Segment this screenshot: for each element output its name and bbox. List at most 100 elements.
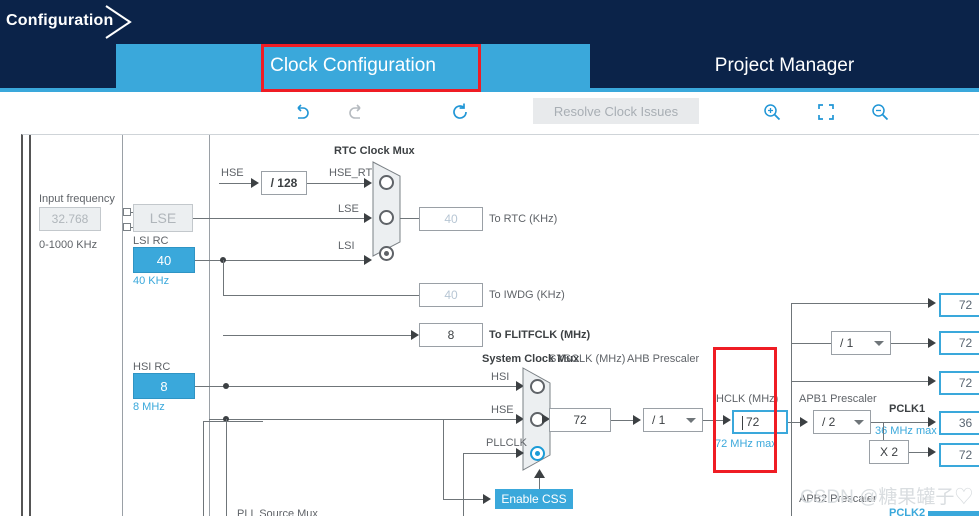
arrow-ahb-to-hclk: [723, 415, 731, 425]
wire-lsi-to-iwdg: [223, 295, 433, 296]
pll-source-mux-label: PLL Source Mux: [237, 508, 318, 516]
wire-pll-feedback: [203, 421, 204, 516]
tab-bar: Clock Configuration Project Manager: [0, 44, 979, 92]
sysmux-radio-hsi[interactable]: [530, 379, 545, 394]
undo-icon[interactable]: [288, 98, 316, 126]
ahb-prescaler-label: AHB Prescaler: [627, 353, 700, 365]
lsi-rc-title: LSI RC: [133, 235, 169, 247]
hse-divider-value: / 128: [270, 176, 298, 190]
apb1-prescaler-select[interactable]: / 2: [813, 410, 871, 434]
right-output-3[interactable]: 72: [939, 371, 979, 395]
lse-label: LSE: [149, 210, 177, 226]
lse-box[interactable]: LSE: [133, 204, 193, 232]
toolbar: [0, 92, 979, 132]
chevron-down-icon: [854, 420, 864, 425]
chevron-right-icon: [105, 5, 132, 39]
ahb-prescaler-value: / 1: [652, 413, 666, 427]
wire-hse-to-div128: [219, 183, 251, 184]
wire-hclk-to-div1: [791, 343, 831, 344]
junction-hsi: [223, 383, 229, 389]
to-flitfclk-label: To FLITFCLK (MHz): [489, 329, 591, 341]
arrow-lsi-to-rtc-mux: [364, 255, 372, 265]
sysmux-radio-pllclk[interactable]: [530, 446, 545, 461]
rtc-mux-radio-lsi[interactable]: [379, 246, 394, 261]
arrow-hse-to-div128: [251, 178, 259, 188]
lse-pin-top[interactable]: [123, 208, 131, 216]
pclk1-output-field[interactable]: 36: [939, 411, 979, 435]
tab-pinout[interactable]: [0, 44, 116, 88]
hsi-rc-unit: 8 MHz: [133, 401, 165, 413]
to-rtc-field[interactable]: 40: [419, 207, 483, 231]
wire-lsi-branch-down: [223, 260, 224, 295]
hsi-rc-value: 8: [160, 378, 168, 394]
redo-icon: [342, 98, 370, 126]
timer-output-field[interactable]: 72: [939, 443, 979, 467]
clock-configuration-canvas[interactable]: Input frequency 32.768 0-1000 KHz LSE LS…: [21, 134, 979, 516]
tab-project-manager[interactable]: Project Manager: [590, 44, 979, 88]
arrow-div128-to-rtc-mux: [364, 178, 372, 188]
wire-div1-out: [891, 343, 931, 344]
arrow-lse-to-rtc-mux: [364, 213, 372, 223]
wire-pll-feedback-top: [203, 421, 263, 422]
tab-clock-configuration[interactable]: Clock Configuration: [116, 44, 590, 88]
zoom-out-icon[interactable]: [866, 98, 894, 126]
enable-css-button[interactable]: Enable CSS: [495, 489, 573, 509]
breadcrumb-bar: Configuration: [0, 0, 979, 44]
hse-divider-input-label: HSE: [221, 167, 244, 179]
right-output-2[interactable]: 72: [939, 331, 979, 355]
right-output-1[interactable]: 72: [939, 293, 979, 317]
arrow-hclk-out-3: [928, 376, 936, 386]
text-caret: [742, 416, 743, 430]
to-iwdg-label: To IWDG (KHz): [489, 289, 565, 301]
arrow-pllclk-to-sysmux: [516, 448, 524, 458]
wire-pllclk-source: [463, 453, 464, 516]
arrow-hclk-out-1: [928, 298, 936, 308]
sysclk-value: 72: [573, 413, 587, 427]
input-frequency-field[interactable]: 32.768: [39, 207, 101, 231]
sysmux-hsi-label: HSI: [491, 371, 510, 383]
rtc-mux-radio-hse-rtc[interactable]: [379, 175, 394, 190]
wire-hsi-to-sysmux: [195, 386, 516, 387]
rtc-mux-radio-lse[interactable]: [379, 210, 394, 225]
sysclk-field[interactable]: 72: [549, 408, 611, 432]
wire-lse-to-rtc-mux: [193, 218, 364, 219]
arrow-x2-out: [928, 447, 936, 457]
arrow-sysclk-to-ahb: [633, 415, 641, 425]
right-prescaler-select[interactable]: / 1: [831, 331, 891, 355]
input-frequency-range: 0-1000 KHz: [39, 239, 98, 251]
bus-rail-1: [122, 135, 123, 516]
right-output-2-value: 72: [958, 336, 973, 350]
wire-hclk-bus: [791, 303, 792, 516]
pclk1-label: PCLK1: [889, 403, 926, 415]
lsi-rc-field[interactable]: 40: [133, 247, 195, 273]
sysmux-hse-label: HSE: [491, 404, 514, 416]
resolve-clock-issues-button[interactable]: Resolve Clock Issues: [533, 98, 699, 124]
to-iwdg-field[interactable]: 40: [419, 283, 483, 307]
hclk-label: HCLK (MHz): [716, 393, 779, 405]
rtc-mux-lse-input-label: LSE: [338, 203, 359, 215]
arrow-css-up-icon: [534, 469, 545, 478]
fit-to-screen-icon[interactable]: [812, 98, 840, 126]
canvas-left-border: [29, 135, 31, 516]
pclk2-output-field-partial[interactable]: [928, 511, 979, 516]
wire-hse-down: [226, 419, 227, 516]
arrow-hse-to-css: [483, 494, 491, 504]
wire-hse-to-css: [443, 499, 485, 500]
hse-divider-box[interactable]: / 128: [261, 171, 307, 195]
input-frequency-value: 32.768: [51, 212, 89, 226]
arrow-hclk-to-apb1: [800, 417, 808, 427]
hclk-input[interactable]: 72: [732, 410, 788, 434]
wire-hclk-out-1: [791, 303, 931, 304]
ahb-prescaler-select[interactable]: / 1: [643, 408, 703, 432]
wire-ahb-to-hclk: [703, 420, 725, 421]
arrow-hclk-out-2: [928, 338, 936, 348]
lse-pin-bottom[interactable]: [123, 223, 131, 231]
timer-multiplier-value: X 2: [879, 445, 898, 459]
zoom-in-icon[interactable]: [758, 98, 786, 126]
hsi-rc-field[interactable]: 8: [133, 373, 195, 399]
bus-rail-2: [209, 135, 210, 516]
refresh-icon[interactable]: [446, 98, 474, 126]
apb1-prescaler-label: APB1 Prescaler: [799, 393, 877, 405]
rtc-mux-lsi-input-label: LSI: [338, 240, 355, 252]
to-flitfclk-field[interactable]: 8: [419, 323, 483, 347]
